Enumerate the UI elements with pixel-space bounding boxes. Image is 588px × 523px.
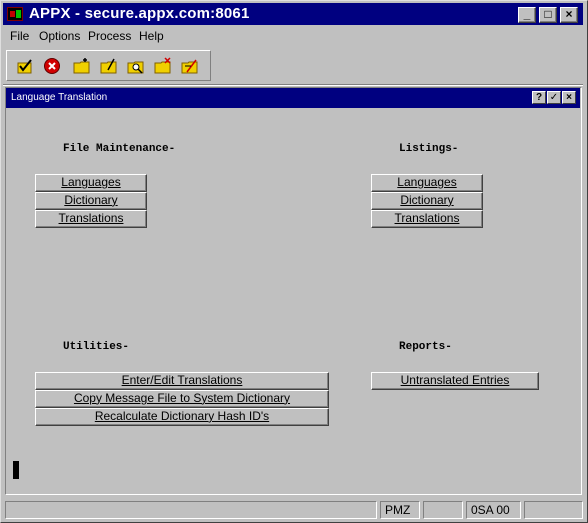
- status-panel-empty: [423, 501, 463, 519]
- delete-folder-icon[interactable]: [153, 56, 173, 76]
- child-window-title: Language Translation: [11, 92, 108, 103]
- toolbar: [6, 50, 211, 81]
- reports-label: Reports-: [399, 341, 452, 353]
- menu-bar: File Options Process Help: [3, 27, 583, 46]
- close-button[interactable]: ×: [560, 7, 578, 23]
- file-maintenance-label: File Maintenance-: [63, 143, 176, 155]
- menu-process[interactable]: Process: [88, 29, 131, 43]
- status-panel-extra: [524, 501, 583, 519]
- copy-message-file-button[interactable]: Copy Message File to System Dictionary: [35, 390, 329, 408]
- edit-folder-icon[interactable]: [99, 56, 119, 76]
- minimize-button[interactable]: _: [518, 7, 536, 23]
- ok-button[interactable]: ✓: [547, 91, 561, 104]
- search-folder-icon[interactable]: [126, 56, 146, 76]
- enter-edit-translations-button[interactable]: Enter/Edit Translations: [35, 372, 329, 390]
- window-titlebar[interactable]: APPX - secure.appx.com:8061 _ □ ×: [3, 3, 583, 25]
- toolbar-separator: [3, 84, 583, 86]
- untranslated-entries-button[interactable]: Untranslated Entries: [371, 372, 539, 390]
- status-panel-mode: PMZ: [380, 501, 420, 519]
- recalculate-hash-button[interactable]: Recalculate Dictionary Hash ID's: [35, 408, 329, 426]
- fm-translations-button[interactable]: Translations: [35, 210, 147, 228]
- menu-options[interactable]: Options: [39, 29, 80, 43]
- listing-translations-button[interactable]: Translations: [371, 210, 483, 228]
- listing-dictionary-button[interactable]: Dictionary: [371, 192, 483, 210]
- child-close-button[interactable]: ×: [562, 91, 576, 104]
- check-icon[interactable]: [15, 56, 35, 76]
- listing-languages-button[interactable]: Languages: [371, 174, 483, 192]
- utilities-label: Utilities-: [63, 341, 130, 353]
- status-panel-message: [5, 501, 377, 519]
- listings-label: Listings-: [399, 143, 459, 155]
- status-panel-app: 0SA 00: [466, 501, 521, 519]
- menu-file[interactable]: File: [10, 29, 29, 43]
- help-button[interactable]: ?: [532, 91, 546, 104]
- appx-logo-icon: [7, 7, 23, 21]
- maximize-button[interactable]: □: [539, 7, 557, 23]
- text-cursor: [13, 461, 19, 479]
- cancel-icon[interactable]: [42, 56, 62, 76]
- window-title: APPX - secure.appx.com:8061: [29, 5, 250, 22]
- child-window-titlebar[interactable]: Language Translation ? ✓ ×: [6, 88, 580, 108]
- status-bar: PMZ 0SA 00: [3, 500, 585, 520]
- tools-folder-icon[interactable]: [180, 56, 200, 76]
- fm-languages-button[interactable]: Languages: [35, 174, 147, 192]
- menu-help[interactable]: Help: [139, 29, 164, 43]
- new-folder-icon[interactable]: [72, 56, 92, 76]
- fm-dictionary-button[interactable]: Dictionary: [35, 192, 147, 210]
